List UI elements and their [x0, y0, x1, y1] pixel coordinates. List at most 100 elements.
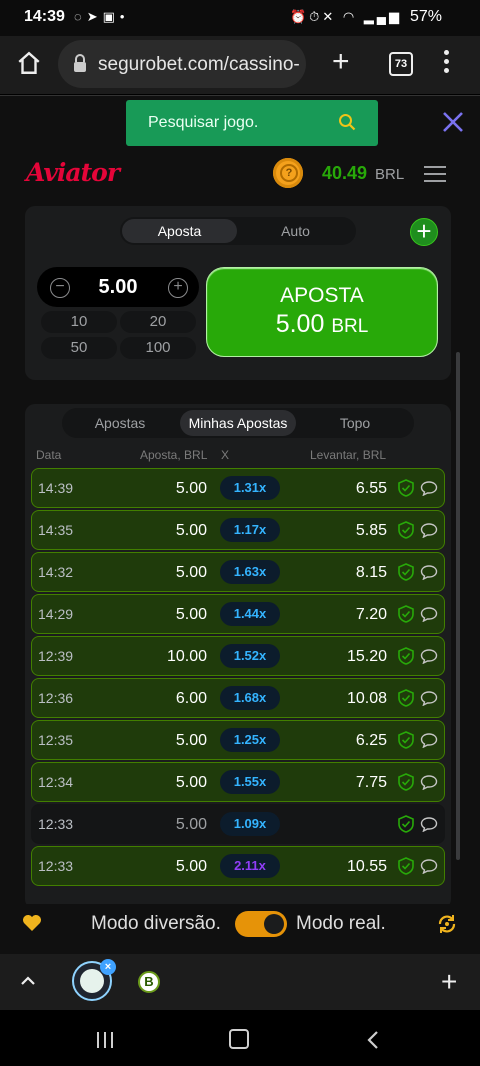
lock-icon: [74, 54, 86, 72]
provably-fair-icon[interactable]: [398, 521, 414, 544]
row-multiplier: 1.52x: [220, 644, 280, 668]
chat-icon[interactable]: [420, 606, 438, 627]
add-bet-button[interactable]: +: [410, 218, 438, 246]
search-label: Pesquisar jogo.: [148, 114, 259, 131]
search-icon: [339, 114, 356, 131]
increase-button[interactable]: +: [168, 278, 188, 298]
table-row[interactable]: 12:39 10.00 1.52x 15.20: [31, 636, 445, 676]
chat-icon[interactable]: [420, 774, 438, 795]
table-row[interactable]: 12:33 5.00 2.11x 10.55: [31, 846, 445, 886]
place-bet-button[interactable]: APOSTA 5.00 BRL: [206, 267, 438, 357]
chat-icon[interactable]: [420, 522, 438, 543]
close-icon[interactable]: [441, 110, 465, 134]
provably-fair-icon[interactable]: [398, 815, 414, 838]
table-row[interactable]: 14:32 5.00 1.63x 8.15: [31, 552, 445, 592]
row-time: 12:33: [38, 858, 74, 874]
mode-toggle[interactable]: [235, 911, 287, 937]
status-bar: 14:39 ◌➤▣• ⏰⏱✕ ◠ ▂▄▆ 57%: [0, 0, 480, 36]
tab-topo[interactable]: Topo: [300, 410, 410, 436]
provably-fair-icon[interactable]: [398, 605, 414, 628]
battery-level: 57%: [410, 8, 443, 25]
quick-amount-10[interactable]: 10: [41, 311, 117, 333]
refresh-icon[interactable]: [436, 913, 458, 935]
chat-icon[interactable]: [420, 564, 438, 585]
row-time: 12:35: [38, 732, 74, 748]
chat-icon[interactable]: [420, 480, 438, 501]
row-time: 12:36: [38, 690, 74, 706]
row-multiplier: 1.31x: [220, 476, 280, 500]
system-icons: ⏰⏱✕ ◠ ▂▄▆: [290, 9, 402, 24]
more-options-icon[interactable]: [444, 50, 450, 77]
column-cashout: Levantar, BRL: [310, 448, 387, 462]
column-date: Data: [36, 448, 62, 462]
tab-icon-b[interactable]: B: [138, 971, 160, 993]
chat-icon[interactable]: [420, 858, 438, 879]
add-tab-button[interactable]: +: [441, 966, 457, 998]
help-coin-icon[interactable]: ?: [273, 158, 303, 188]
column-multiplier: X: [221, 448, 230, 462]
row-payout: 7.75: [355, 774, 387, 791]
row-time: 14:35: [38, 522, 74, 538]
new-tab-button[interactable]: +: [332, 47, 350, 77]
provably-fair-icon[interactable]: [398, 689, 414, 712]
row-time: 14:32: [38, 564, 74, 580]
active-tab-icon[interactable]: ×: [72, 959, 116, 1001]
tab-minhas-apostas[interactable]: Minhas Apostas: [180, 410, 296, 436]
scrollbar[interactable]: [456, 352, 460, 860]
recent-apps-icon[interactable]: [95, 1031, 115, 1049]
row-bet: 10.00: [166, 648, 207, 665]
row-multiplier: 1.68x: [220, 686, 280, 710]
decrease-button[interactable]: −: [50, 278, 70, 298]
row-payout: 6.25: [355, 732, 387, 749]
table-row[interactable]: 14:35 5.00 1.17x 5.85: [31, 510, 445, 550]
balance-value: 40.49: [322, 163, 368, 183]
provably-fair-icon[interactable]: [398, 479, 414, 502]
table-row[interactable]: 14:29 5.00 1.44x 7.20: [31, 594, 445, 634]
provably-fair-icon[interactable]: [398, 563, 414, 586]
close-tab-icon[interactable]: ×: [100, 959, 116, 975]
row-bet: 6.00: [175, 690, 207, 707]
provably-fair-icon[interactable]: [398, 647, 414, 670]
table-row[interactable]: 12:33 5.00 1.09x: [31, 804, 445, 844]
tab-switcher-button[interactable]: 73: [389, 52, 413, 76]
provably-fair-icon[interactable]: [398, 857, 414, 880]
provably-fair-icon[interactable]: [398, 773, 414, 796]
chat-icon[interactable]: [420, 690, 438, 711]
quick-amount-100[interactable]: 100: [120, 337, 196, 359]
row-bet: 5.00: [175, 774, 207, 791]
home-nav-icon[interactable]: [229, 1029, 249, 1049]
row-payout: 8.15: [355, 564, 387, 581]
chat-icon[interactable]: [420, 732, 438, 753]
table-row[interactable]: 12:36 6.00 1.68x 10.08: [31, 678, 445, 718]
row-multiplier: 2.11x: [220, 854, 280, 878]
menu-icon[interactable]: [424, 166, 446, 187]
chat-icon[interactable]: [420, 648, 438, 669]
status-time: 14:39: [24, 8, 65, 25]
table-row[interactable]: 12:35 5.00 1.25x 6.25: [31, 720, 445, 760]
table-row[interactable]: 14:39 5.00 1.31x 6.55: [31, 468, 445, 508]
chevron-up-icon[interactable]: [20, 975, 36, 987]
notification-icons: ◌➤▣•: [74, 9, 130, 24]
tab-apostas[interactable]: Apostas: [64, 410, 176, 436]
bet-amount-value[interactable]: 5.00: [81, 276, 155, 299]
row-time: 12:34: [38, 774, 74, 790]
back-icon[interactable]: [366, 1030, 380, 1050]
row-payout: 15.20: [346, 648, 387, 665]
bet-button-currency: BRL: [331, 316, 369, 337]
home-icon[interactable]: [16, 50, 42, 76]
row-multiplier: 1.17x: [220, 518, 280, 542]
table-row[interactable]: 12:34 5.00 1.55x 7.75: [31, 762, 445, 802]
search-game-button[interactable]: Pesquisar jogo.: [126, 100, 378, 146]
tab-auto[interactable]: Auto: [238, 219, 353, 243]
quick-amount-50[interactable]: 50: [41, 337, 117, 359]
address-bar[interactable]: segurobet.com/cassino-: [58, 40, 306, 88]
mode-real-label: Modo real.: [296, 913, 386, 934]
url-text: segurobet.com/cassino-: [98, 54, 300, 75]
column-bet: Aposta, BRL: [140, 448, 208, 462]
tab-aposta[interactable]: Aposta: [122, 219, 237, 243]
quick-amount-20[interactable]: 20: [120, 311, 196, 333]
heart-icon[interactable]: [22, 914, 42, 932]
provably-fair-icon[interactable]: [398, 731, 414, 754]
chat-icon[interactable]: [420, 816, 438, 837]
browser-toolbar: segurobet.com/cassino- + 73: [0, 36, 480, 94]
